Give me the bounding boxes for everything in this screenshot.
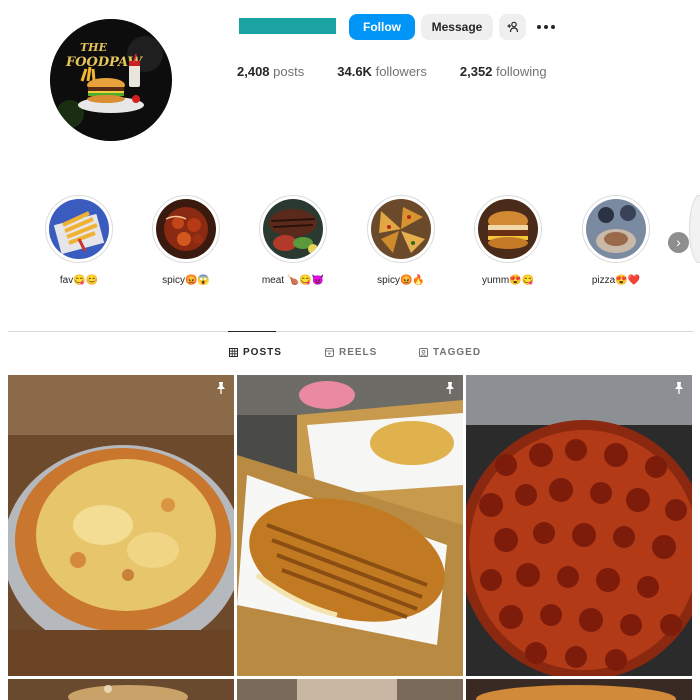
tab-label: TAGGED — [433, 347, 482, 358]
pepperoni-pizza-image — [466, 375, 692, 676]
followers-count[interactable]: 34.6K followers — [337, 64, 427, 79]
highlight-yumm[interactable]: yumm😍😋 — [468, 195, 548, 286]
svg-text:THE: THE — [80, 41, 108, 54]
highlight-label: pizza😍❤️ — [591, 275, 641, 286]
post-tile[interactable] — [466, 375, 692, 676]
grilled-panini-image — [237, 375, 463, 676]
profile-stats: 2,408 posts 34.6K followers 2,352 follow… — [237, 64, 580, 79]
story-highlights: fav😋😊 spicy😡😱 meat 🍗😋😈 spicy😡🔥 yumm😍😋 pi… — [0, 195, 700, 295]
username-redacted-bar — [239, 18, 336, 34]
pizza-slices-thumbnail — [371, 199, 431, 259]
pin-icon — [217, 382, 225, 394]
chili-pasta-thumbnail — [156, 199, 216, 259]
add-user-icon — [507, 21, 518, 33]
dot-icon — [537, 25, 541, 29]
food-image — [8, 679, 234, 700]
burger-thumbnail — [478, 199, 538, 259]
highlight-pizza[interactable]: pizza😍❤️ — [576, 195, 656, 286]
highlight-spicy-2[interactable]: spicy😡🔥 — [361, 195, 441, 286]
highlight-spicy[interactable]: spicy😡😱 — [146, 195, 226, 286]
steak-thumbnail — [263, 199, 323, 259]
tab-posts[interactable]: POSTS — [229, 347, 282, 358]
highlight-label: yumm😍😋 — [481, 275, 535, 286]
pizza-chef-thumbnail — [586, 199, 646, 259]
suggest-user-button[interactable] — [499, 14, 526, 40]
chevron-right-icon: › — [676, 234, 681, 250]
posts-count: 2,408 posts — [237, 64, 305, 79]
dot-icon — [551, 25, 555, 29]
follow-button[interactable]: Follow — [349, 14, 415, 40]
more-options-button[interactable] — [534, 16, 558, 38]
foodpaw-logo: THE FOODPAW — [50, 19, 172, 141]
post-tile[interactable] — [237, 679, 463, 700]
highlight-label: fav😋😊 — [59, 275, 99, 286]
tabs-divider — [8, 331, 694, 332]
post-tile[interactable] — [8, 679, 234, 700]
tab-label: POSTS — [243, 347, 282, 358]
post-tile[interactable] — [8, 375, 234, 676]
pin-icon — [446, 382, 454, 394]
fries-thumbnail — [49, 199, 109, 259]
tagged-icon — [419, 348, 428, 357]
highlight-fav[interactable]: fav😋😊 — [39, 195, 119, 286]
pin-icon — [675, 382, 683, 394]
post-tile[interactable] — [237, 375, 463, 676]
food-image — [466, 679, 692, 700]
highlight-meat[interactable]: meat 🍗😋😈 — [253, 195, 333, 286]
tab-reels[interactable]: REELS — [325, 347, 377, 358]
food-image — [237, 679, 463, 700]
highlight-label: spicy😡🔥 — [377, 275, 425, 286]
reels-icon — [325, 348, 334, 357]
highlights-next-button[interactable]: › — [668, 232, 689, 253]
highlight-label: spicy😡😱 — [162, 275, 210, 286]
following-count[interactable]: 2,352 following — [460, 64, 547, 79]
highlight-label: meat 🍗😋😈 — [261, 275, 325, 286]
profile-avatar[interactable]: THE FOODPAW — [50, 19, 172, 141]
cheese-pizza-image — [8, 375, 234, 676]
message-button[interactable]: Message — [421, 14, 493, 40]
dot-icon — [544, 25, 548, 29]
tab-label: REELS — [339, 347, 378, 358]
tab-tagged[interactable]: TAGGED — [419, 347, 481, 358]
grid-icon — [229, 348, 238, 357]
post-tile[interactable] — [466, 679, 692, 700]
active-tab-indicator — [228, 331, 276, 332]
